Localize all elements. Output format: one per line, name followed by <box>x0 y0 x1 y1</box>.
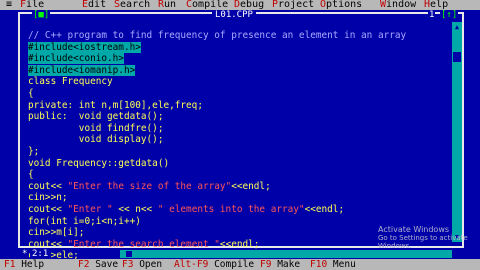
fkey-menu[interactable]: F10 Menu <box>310 259 356 270</box>
code-text: #include<iostream.h> <box>28 41 141 53</box>
fkey-open[interactable]: F3 Open <box>122 259 162 270</box>
window-title: L01.CPP <box>212 10 256 20</box>
menu-search[interactable]: Search <box>114 0 150 10</box>
code-line[interactable]: cout<< "Enter the size of the array"<<en… <box>28 181 448 193</box>
code-text: void findfre(); <box>28 122 164 134</box>
window-close-button[interactable]: [■] <box>32 10 51 20</box>
code-text: cin>>m[i]; <box>28 227 85 239</box>
code-line[interactable]: #include<iostream.h> <box>28 41 448 54</box>
code-text: << n<< <box>112 203 158 215</box>
code-text: <<endl; <box>219 238 260 250</box>
code-comment: // C++ program to find frequency of pres… <box>28 30 407 41</box>
code-line[interactable]: cin>>n; <box>28 192 448 204</box>
code-text: class Frequency <box>28 76 113 88</box>
menu-bar: ≡ File Edit Search Run Compile Debug Pro… <box>0 0 480 10</box>
turbo-cpp-ide: ≡ File Edit Search Run Compile Debug Pro… <box>0 0 480 270</box>
code-text: void Frequency::getdata() <box>28 157 170 169</box>
modified-indicator: * <box>22 249 28 259</box>
function-key-bar: F1 Help F2 Save F3 Open Alt-F9 Compile F… <box>0 259 480 270</box>
code-line[interactable]: #include<iomanip.h> <box>28 64 448 77</box>
menu-project[interactable]: Project <box>272 0 314 10</box>
fkey-compile[interactable]: Alt-F9 Compile <box>174 259 254 270</box>
menu-options[interactable]: Options <box>320 0 362 10</box>
string-literal: "Enter " <box>67 203 113 215</box>
horizontal-scroll-thumb[interactable] <box>126 251 132 257</box>
fkey-make[interactable]: F9 Make <box>260 259 300 270</box>
code-line[interactable]: // C++ program to find frequency of pres… <box>28 30 448 42</box>
code-text: #include<iomanip.h> <box>28 64 136 76</box>
code-text: }; <box>28 145 40 157</box>
code-line[interactable]: { <box>28 88 448 100</box>
menu-window[interactable]: Window <box>380 0 416 10</box>
code-text: for(int i=0;i<n;i++) <box>28 215 141 227</box>
code-line[interactable]: void findfre(); <box>28 123 448 135</box>
horizontal-scrollbar[interactable] <box>120 250 452 258</box>
system-menu-icon[interactable]: ≡ <box>6 0 12 10</box>
vertical-scrollbar[interactable]: ▲ ▼ <box>452 22 462 242</box>
code-text: { <box>28 169 34 181</box>
watermark-subtitle: Go to Settings to activate Windows. <box>378 234 468 250</box>
activate-windows-watermark: Activate Windows Go to Settings to activ… <box>378 225 480 251</box>
code-text: cin>>n; <box>28 192 68 204</box>
code-text: { <box>28 87 34 99</box>
code-line[interactable]: class Frequency <box>28 76 448 88</box>
code-line[interactable]: public: void getdata(); <box>28 111 448 123</box>
menu-compile[interactable]: Compile <box>186 0 228 10</box>
menu-run[interactable]: Run <box>158 0 176 10</box>
window-number: 1 <box>428 10 436 20</box>
scroll-up-arrow-icon[interactable]: ▲ <box>452 22 462 32</box>
string-literal: "Enter the search element " <box>67 238 220 250</box>
code-line[interactable]: private: int n,m[100],ele,freq; <box>28 100 448 112</box>
code-text: cout<< <box>28 180 68 192</box>
code-text: private: int n,m[100],ele,freq; <box>28 99 203 111</box>
menu-help[interactable]: Help <box>424 0 448 10</box>
menu-file[interactable]: File <box>20 0 44 10</box>
string-literal: "Enter the size of the array" <box>67 180 232 192</box>
fkey-help[interactable]: F1 Help <box>4 259 44 270</box>
code-line[interactable]: #include<conio.h> <box>28 53 448 65</box>
code-text: public: void getdata(); <box>28 111 164 123</box>
code-text: <<endl; <box>231 180 271 192</box>
watermark-title: Activate Windows <box>378 225 450 234</box>
code-text: <<endl; <box>304 203 345 215</box>
code-line[interactable]: cout<< "Enter " << n<< " elements into t… <box>28 204 448 216</box>
editor-title-bar: [■] L01.CPP 1 [↑] <box>18 10 464 20</box>
code-text: void display(); <box>28 134 164 146</box>
code-text: cout<< <box>28 203 68 215</box>
vertical-scroll-thumb[interactable] <box>453 52 461 62</box>
code-line[interactable]: }; <box>28 146 448 158</box>
code-line[interactable]: void Frequency::getdata() <box>28 158 448 170</box>
fkey-save[interactable]: F2 Save <box>78 259 118 270</box>
cursor-position: 2:1 <box>30 249 51 259</box>
menu-edit[interactable]: Edit <box>82 0 106 10</box>
code-text: #include<conio.h> <box>28 53 124 65</box>
code-line[interactable]: void display(); <box>28 134 448 146</box>
code-line[interactable]: { <box>28 169 448 181</box>
window-zoom-button[interactable]: [↑] <box>440 10 459 20</box>
string-literal: " elements into the array" <box>157 203 305 215</box>
menu-debug[interactable]: Debug <box>234 0 264 10</box>
